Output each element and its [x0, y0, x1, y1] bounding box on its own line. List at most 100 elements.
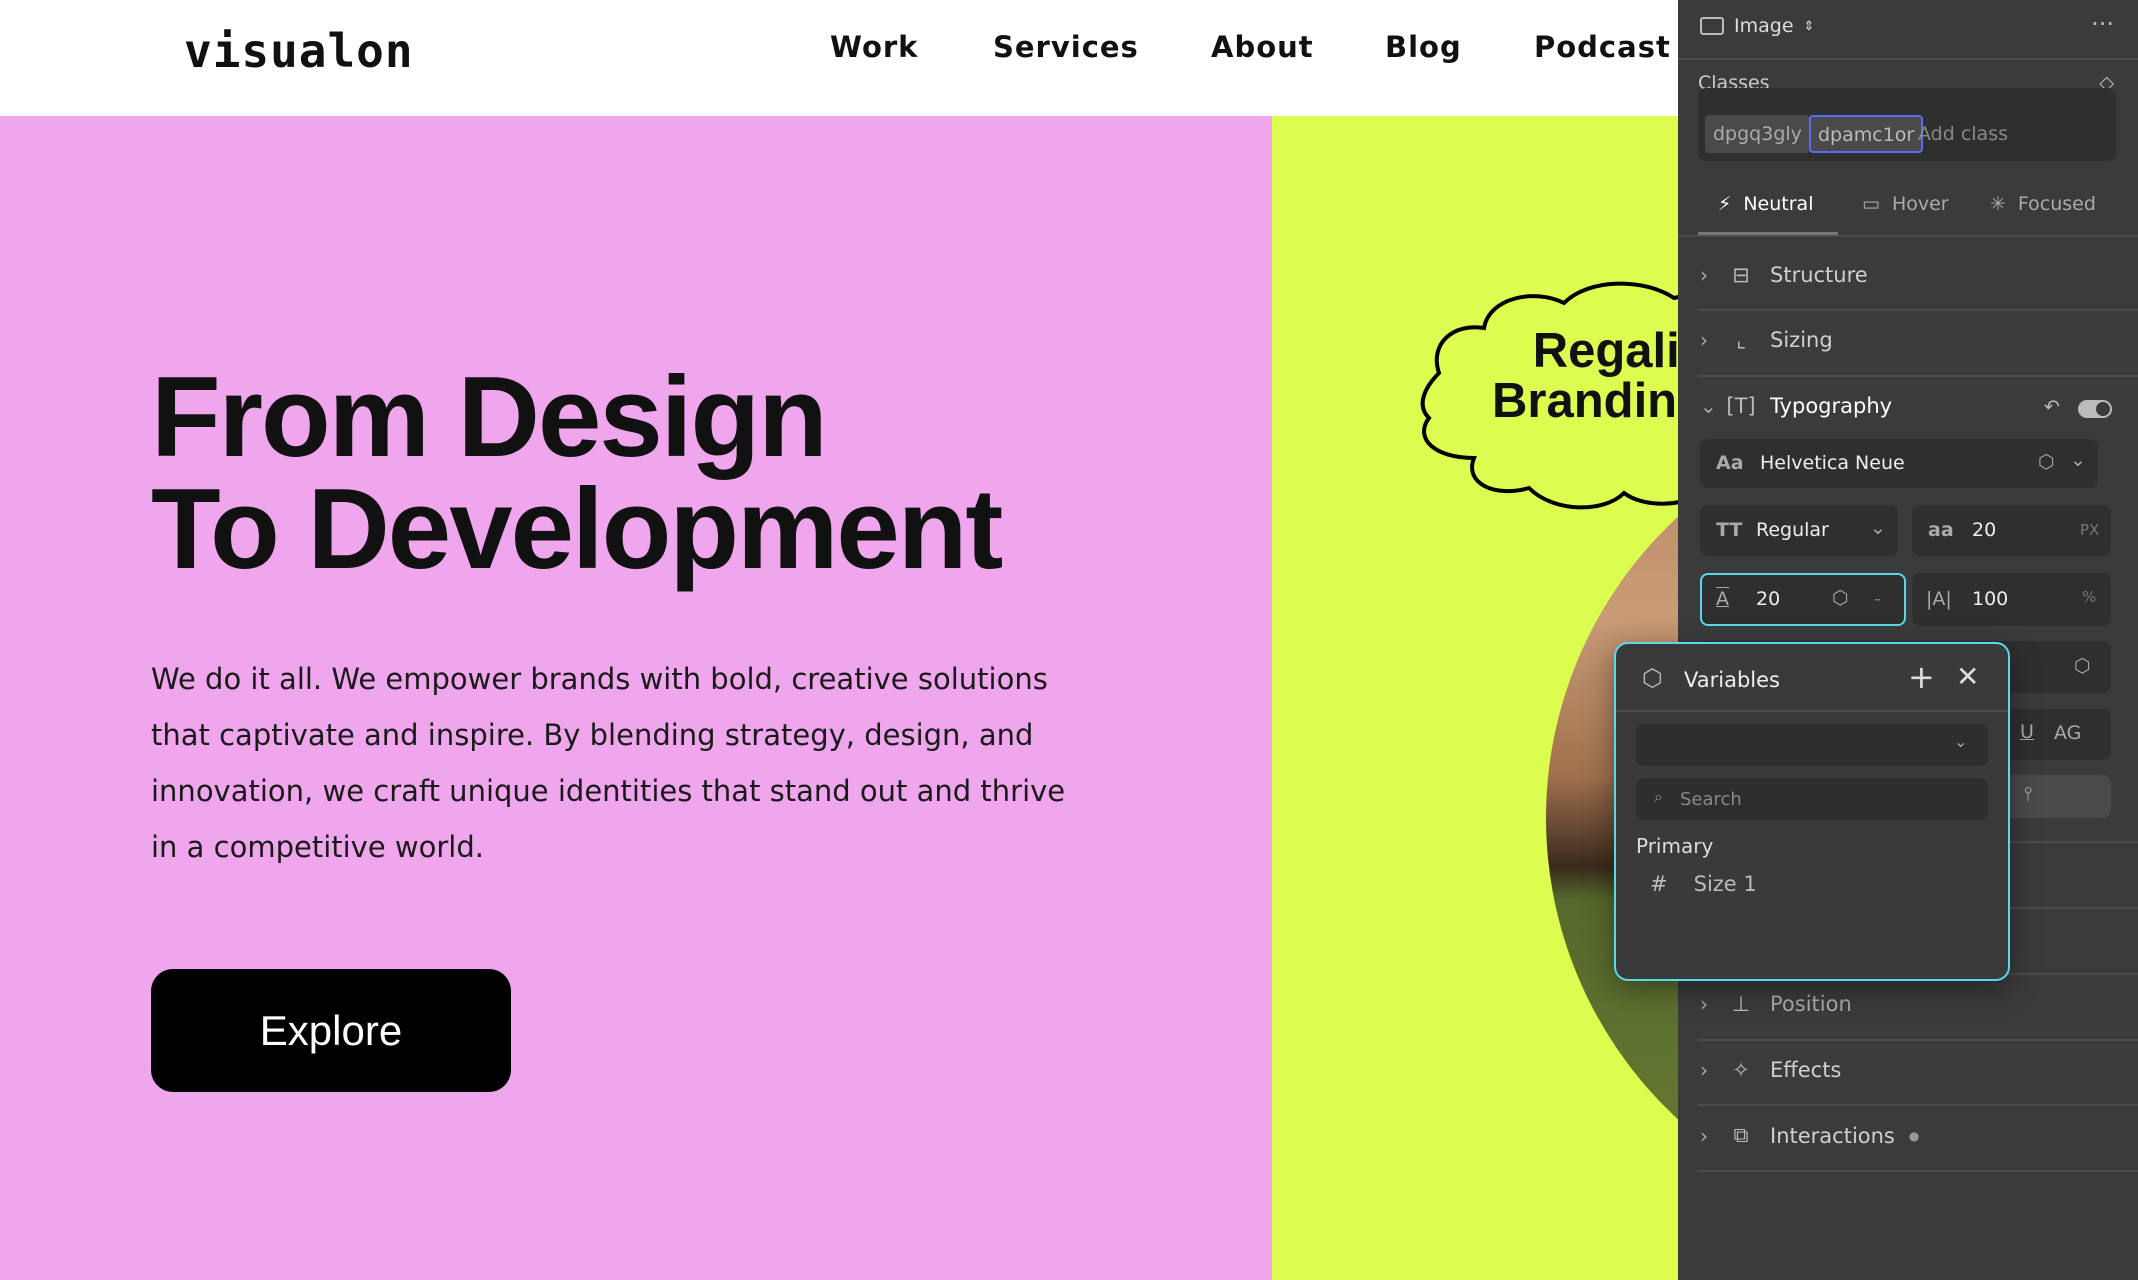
- variables-popup: ⬡ Variables + ✕ ⌄ ⌕ Search Primary # Siz…: [1614, 642, 2010, 981]
- image-icon: [1700, 17, 1724, 35]
- popup-title: Variables: [1684, 668, 1780, 692]
- sizing-icon: ⌞: [1736, 328, 1746, 352]
- variables-search[interactable]: ⌕ Search: [1636, 778, 1988, 820]
- font-family-select[interactable]: Aa Helvetica Neue ⬡ ⌄: [1700, 439, 2098, 488]
- variable-name: Size 1: [1693, 872, 1757, 896]
- search-icon: ⌕: [1654, 787, 1663, 806]
- element-type-selector[interactable]: Image ⇕: [1700, 15, 1814, 37]
- chevron-down-icon: ⌄: [1700, 394, 1717, 418]
- font-value: Helvetica Neue: [1760, 452, 1905, 474]
- variable-icon[interactable]: ⬡: [1832, 587, 1849, 609]
- class-chip-selected[interactable]: dpamc1or: [1809, 115, 1924, 153]
- reset-icon[interactable]: ↶: [2044, 396, 2060, 418]
- hero-title-line-2: To Development: [151, 466, 1003, 593]
- add-class-input[interactable]: Add class: [1918, 123, 2008, 145]
- section-label: Effects: [1770, 1058, 1842, 1082]
- style-panel: Image ⇕ ··· Classes ◇ dpgq3gly dpamc1or …: [1678, 0, 2138, 1280]
- explore-button[interactable]: Explore: [151, 969, 511, 1092]
- typography-toggle[interactable]: [2078, 400, 2112, 418]
- letter-spacing-unit: %: [2082, 588, 2097, 606]
- font-weight-select[interactable]: TT Regular ⌄: [1700, 505, 1898, 556]
- tab-label: Focused: [2017, 193, 2096, 215]
- letter-spacing-value: 100: [1972, 588, 2009, 610]
- hero-paragraph: We do it all. We empower brands with bol…: [151, 662, 1066, 864]
- chevron-down-icon: ⌄: [1870, 517, 1886, 539]
- section-label: Sizing: [1770, 328, 1833, 352]
- nav-services[interactable]: Services: [993, 30, 1139, 64]
- variable-group-label: Primary: [1636, 834, 1714, 858]
- close-icon[interactable]: ✕: [1956, 660, 1979, 693]
- chevron-right-icon: ›: [1700, 328, 1708, 352]
- section-interactions[interactable]: › ⧉ Interactions ●: [1700, 1123, 1919, 1148]
- variable-icon[interactable]: ⬡: [2038, 451, 2055, 473]
- font-icon: Aa: [1716, 452, 1744, 474]
- hover-icon: ▭: [1862, 193, 1880, 215]
- indicator-dot: ●: [1908, 1128, 1920, 1143]
- element-type-label: Image: [1734, 15, 1794, 37]
- chevron-down-icon[interactable]: ⌄: [2070, 449, 2086, 471]
- class-input[interactable]: dpgq3gly dpamc1or Add class: [1698, 109, 2116, 161]
- section-structure[interactable]: › ⊟ Structure: [1700, 263, 1868, 287]
- typography-icon: [T]: [1726, 394, 1756, 418]
- slider-handle-icon[interactable]: ⫯: [2024, 783, 2032, 805]
- chevron-down-icon: ⌄: [1954, 732, 1968, 751]
- plus-icon[interactable]: +: [1908, 658, 1935, 696]
- interactions-icon: ⧉: [1733, 1123, 1749, 1147]
- weight-value: Regular: [1756, 519, 1829, 541]
- hero-title-line-1: From Design: [151, 354, 828, 481]
- effects-icon: ✧: [1732, 1058, 1750, 1082]
- nav-podcast[interactable]: Podcast: [1534, 30, 1671, 64]
- updown-icon: ⇕: [1803, 18, 1815, 34]
- more-icon[interactable]: ···: [2091, 10, 2114, 38]
- line-height-input[interactable]: A 20 ⬡ -: [1700, 573, 1906, 626]
- cloud-line-1: Regalia: [1532, 324, 1678, 378]
- chevron-right-icon: ›: [1700, 1058, 1708, 1082]
- font-size-input[interactable]: aa 20 PX: [1912, 505, 2111, 556]
- section-position[interactable]: › ⊥ Position: [1700, 992, 1852, 1016]
- uppercase-button[interactable]: AG: [2054, 722, 2081, 744]
- tab-label: Neutral: [1743, 193, 1814, 215]
- underline-button[interactable]: U: [2020, 721, 2034, 743]
- collection-select[interactable]: ⌄: [1636, 724, 1988, 766]
- font-size-icon: aa: [1928, 519, 1954, 541]
- logo[interactable]: visualon: [184, 24, 414, 78]
- variable-icon[interactable]: ⬡: [2074, 655, 2091, 677]
- cloud-line-2: Branding: [1492, 374, 1678, 428]
- tab-label: Hover: [1891, 193, 1949, 215]
- search-placeholder: Search: [1680, 789, 1742, 810]
- position-icon: ⊥: [1731, 992, 1751, 1016]
- section-label: Structure: [1770, 263, 1868, 287]
- section-effects[interactable]: › ✧ Effects: [1700, 1058, 1841, 1082]
- tab-hover[interactable]: ▭ Hover: [1862, 193, 1949, 215]
- tab-focused[interactable]: ✳ Focused: [1990, 193, 2096, 215]
- letter-spacing-input[interactable]: |A| 100 %: [1912, 573, 2111, 626]
- line-height-value: 20: [1756, 588, 1781, 610]
- section-typography[interactable]: ⌄ [T] Typography: [1700, 394, 1892, 418]
- cloud-label: Regalia Branding: [1492, 326, 1678, 426]
- section-label: Position: [1770, 992, 1852, 1016]
- hero-title: From Design To Development: [151, 354, 1003, 593]
- line-height-icon: A: [1716, 588, 1729, 610]
- letter-spacing-icon: |A|: [1926, 588, 1952, 610]
- tab-neutral[interactable]: ⚡ Neutral: [1718, 193, 1813, 215]
- chevron-right-icon: ›: [1700, 263, 1708, 287]
- section-label: Typography: [1770, 394, 1893, 418]
- structure-icon: ⊟: [1732, 263, 1750, 287]
- nav-work[interactable]: Work: [830, 30, 918, 64]
- weight-icon: TT: [1716, 519, 1743, 541]
- font-size-value: 20: [1972, 519, 1997, 541]
- chevron-right-icon: ›: [1700, 1123, 1708, 1148]
- site-header: visualon Work Services About Blog Podcas…: [0, 0, 1678, 116]
- chevron-right-icon: ›: [1700, 992, 1708, 1016]
- hash-icon: #: [1650, 872, 1668, 896]
- nav-about[interactable]: About: [1211, 30, 1314, 64]
- section-label: Interactions: [1770, 1123, 1895, 1148]
- font-size-unit[interactable]: PX: [2080, 521, 2099, 539]
- neutral-icon: ⚡: [1718, 193, 1732, 215]
- line-height-unit: -: [1874, 588, 1881, 610]
- variable-item[interactable]: # Size 1: [1650, 872, 1757, 896]
- section-sizing[interactable]: › ⌞ Sizing: [1700, 328, 1833, 352]
- class-chip[interactable]: dpgq3gly: [1705, 115, 1810, 153]
- nav-blog[interactable]: Blog: [1385, 30, 1462, 64]
- focused-icon: ✳: [1990, 193, 2006, 215]
